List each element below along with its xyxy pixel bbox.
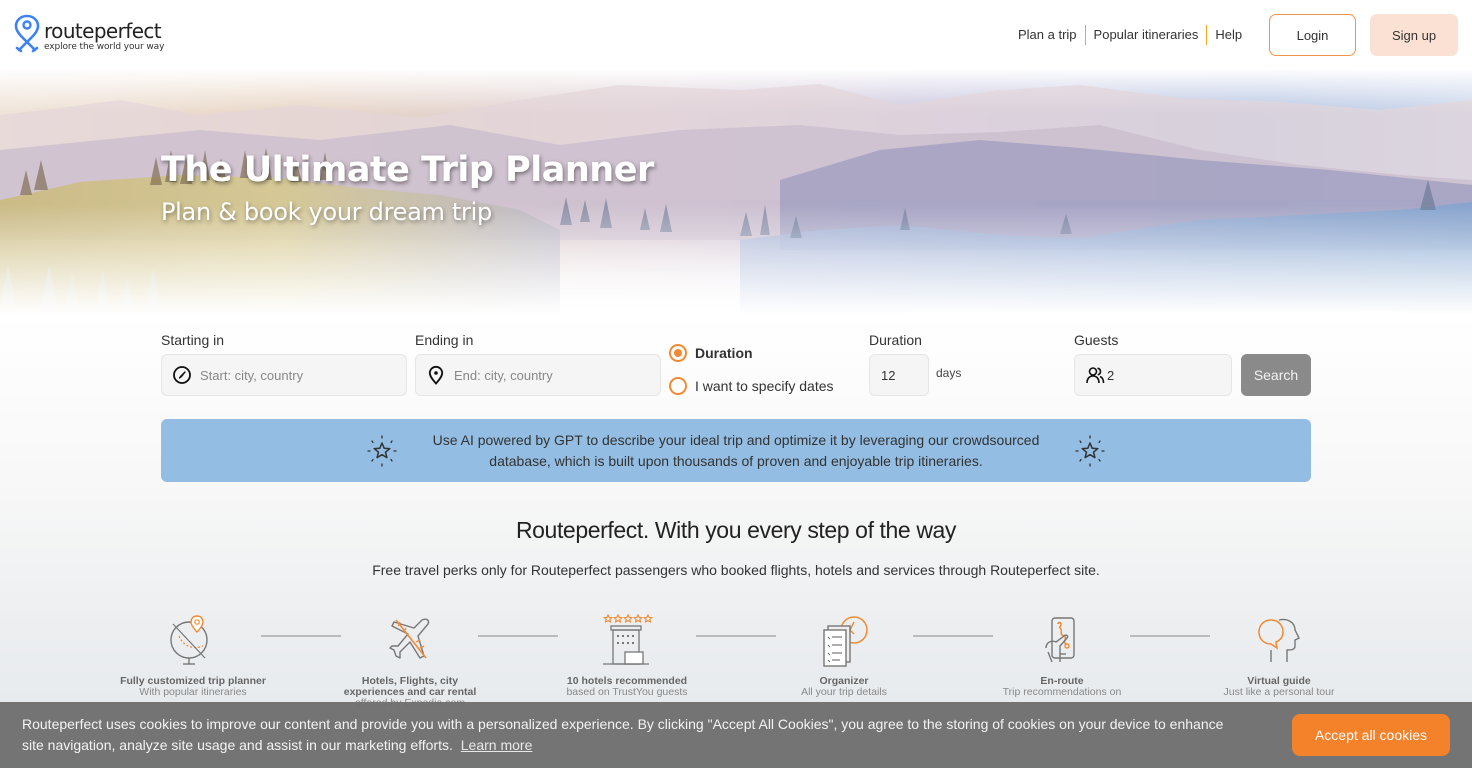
cookie-text-wrapper: Routeperfect uses cookies to improve our… bbox=[22, 714, 1242, 756]
globe-planner-icon bbox=[170, 615, 208, 665]
sparkle-star-icon bbox=[367, 434, 397, 467]
perk-virtual-guide: Virtual guide Just like a personal tour bbox=[1204, 612, 1354, 698]
organizer-icon bbox=[823, 616, 868, 667]
perk-title: Hotels, Flights, city experiences and ca… bbox=[343, 675, 477, 698]
compass-icon bbox=[173, 366, 191, 384]
sparkle-star-icon bbox=[1075, 434, 1105, 467]
logo-tagline: explore the world your way bbox=[44, 42, 165, 52]
perk-trip-planner: Fully customized trip planner With popul… bbox=[118, 612, 268, 698]
radio-specify-dates[interactable]: I want to specify dates bbox=[669, 377, 834, 395]
start-field[interactable] bbox=[161, 354, 407, 396]
perk-connector bbox=[1130, 635, 1210, 637]
site-header: routeperfect explore the world your way … bbox=[0, 0, 1472, 70]
perks-title: Routeperfect. With you every step of the… bbox=[515, 517, 957, 543]
radio-specify-dates-circle[interactable] bbox=[669, 377, 687, 395]
start-label: Starting in bbox=[161, 332, 225, 348]
login-button[interactable]: Login bbox=[1269, 14, 1356, 56]
hero-subtitle: Plan & book your dream trip bbox=[161, 198, 492, 226]
cookie-message: Routeperfect uses cookies to improve our… bbox=[22, 716, 1224, 753]
main-nav: Plan a trip Popular itineraries Help bbox=[1010, 25, 1250, 45]
duration-unit: days bbox=[936, 366, 962, 380]
perk-hotels-recommended: 10 hotels recommended based on TrustYou … bbox=[552, 612, 702, 698]
map-pin-icon bbox=[428, 365, 444, 385]
perks-subtitle: Free travel perks only for Routeperfect … bbox=[372, 562, 1100, 578]
guests-field[interactable] bbox=[1074, 354, 1232, 396]
mountain-landscape-image bbox=[0, 70, 1472, 315]
start-input[interactable] bbox=[200, 367, 406, 383]
radio-duration-label: Duration bbox=[695, 345, 753, 361]
perk-organizer: Organizer All your trip details bbox=[769, 612, 919, 698]
perk-desc: based on TrustYou guests bbox=[566, 686, 688, 698]
phone-route-icon bbox=[1045, 617, 1075, 663]
logo-name: routeperfect bbox=[44, 19, 162, 43]
nav-help[interactable]: Help bbox=[1207, 25, 1250, 45]
perk-desc: Trip recommendations on bbox=[1002, 686, 1122, 698]
nav-popular-itineraries[interactable]: Popular itineraries bbox=[1086, 25, 1207, 45]
ai-trip-banner[interactable]: Use AI powered by GPT to describe your i… bbox=[161, 419, 1311, 482]
guests-input[interactable] bbox=[1107, 367, 1231, 383]
radio-specify-dates-label: I want to specify dates bbox=[695, 378, 834, 394]
logo[interactable]: routeperfect explore the world your way bbox=[13, 14, 164, 54]
perk-desc: With popular itineraries bbox=[139, 686, 247, 698]
virtual-guide-icon bbox=[1258, 618, 1300, 662]
duration-label: Duration bbox=[869, 332, 922, 348]
perk-desc: All your trip details bbox=[801, 686, 887, 698]
perk-connector bbox=[261, 635, 341, 637]
hero-banner: The Ultimate Trip Planner Plan & book yo… bbox=[0, 70, 1472, 315]
users-icon bbox=[1086, 367, 1105, 384]
perk-desc: Just like a personal tour bbox=[1223, 686, 1335, 698]
accept-cookies-button[interactable]: Accept all cookies bbox=[1292, 714, 1450, 756]
perk-connector bbox=[478, 635, 558, 637]
end-label: Ending in bbox=[415, 332, 474, 348]
radio-duration[interactable]: Duration bbox=[669, 344, 753, 362]
ai-banner-text: Use AI powered by GPT to describe your i… bbox=[432, 431, 1040, 469]
guests-label: Guests bbox=[1074, 332, 1119, 348]
duration-input[interactable] bbox=[881, 367, 921, 383]
duration-field[interactable] bbox=[869, 354, 929, 396]
hotel-icon bbox=[602, 613, 654, 665]
nav-plan-a-trip[interactable]: Plan a trip bbox=[1010, 25, 1085, 45]
perk-hotels-flights: Hotels, Flights, city experiences and ca… bbox=[335, 612, 485, 709]
perk-en-route: En-route Trip recommendations on bbox=[987, 612, 1137, 698]
search-button[interactable]: Search bbox=[1241, 354, 1311, 396]
airplane-icon bbox=[389, 618, 430, 659]
perk-connector bbox=[913, 635, 993, 637]
radio-duration-circle[interactable] bbox=[669, 344, 687, 362]
perk-connector bbox=[696, 635, 776, 637]
hero-title: The Ultimate Trip Planner bbox=[161, 150, 654, 190]
signup-button[interactable]: Sign up bbox=[1370, 14, 1458, 56]
end-field[interactable] bbox=[415, 354, 661, 396]
cookie-consent-bar: Routeperfect uses cookies to improve our… bbox=[0, 702, 1472, 768]
logo-pin-icon bbox=[14, 14, 40, 53]
end-input[interactable] bbox=[454, 367, 660, 383]
learn-more-link[interactable]: Learn more bbox=[461, 737, 533, 753]
